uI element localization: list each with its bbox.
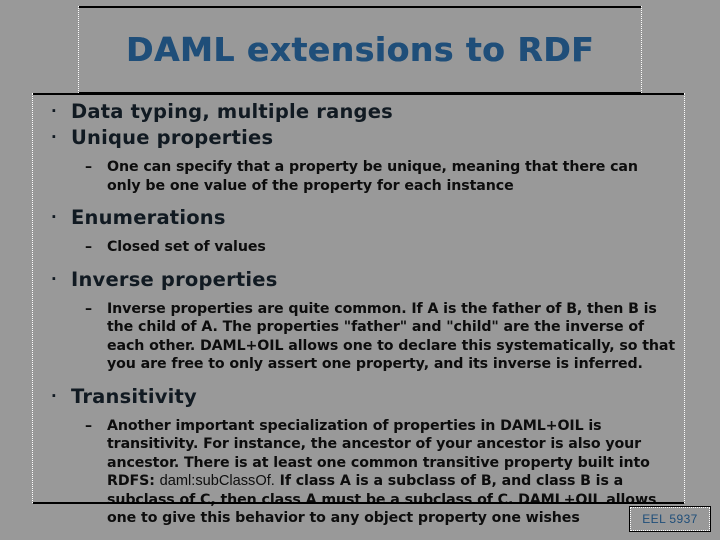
bullet-text: One can specify that a property be uniqu… <box>107 159 638 194</box>
bullet-level2: – Closed set of values <box>39 238 676 257</box>
bullet-text: Unique properties <box>71 126 274 149</box>
bullet-marker-icon: · <box>51 208 57 226</box>
title-placeholder[interactable]: DAML extensions to RDF <box>78 6 642 94</box>
dash-marker-icon: – <box>85 417 92 434</box>
bullet-marker-icon: · <box>51 128 57 146</box>
bullet-text: Inverse properties are quite common. If … <box>107 300 676 373</box>
footer-label: EEL 5937 <box>642 512 698 526</box>
bullet-marker-icon: · <box>51 386 57 405</box>
dash-marker-icon: – <box>85 159 92 175</box>
bullet-level1: · Unique properties <box>39 125 676 150</box>
bullet-list: · Data typing, multiple ranges · Unique … <box>33 99 684 529</box>
bullet-level1: · Enumerations <box>39 205 676 230</box>
bullet-text: Closed set of values <box>107 239 266 255</box>
code-term: daml:subClassOf. <box>159 473 275 489</box>
bullet-level1: · Inverse properties <box>39 267 676 292</box>
bullet-level2: – Another important specialization of pr… <box>39 417 676 528</box>
bullet-level1: · Transitivity <box>39 384 676 409</box>
bullet-text: Transitivity <box>71 384 197 408</box>
bullet-text: Enumerations <box>71 206 226 229</box>
slide-canvas: DAML extensions to RDF · Data typing, mu… <box>0 0 720 540</box>
footer-placeholder[interactable]: EEL 5937 <box>629 506 711 532</box>
dash-marker-icon: – <box>85 300 92 317</box>
body-placeholder[interactable]: · Data typing, multiple ranges · Unique … <box>32 93 685 526</box>
bullet-level2: – One can specify that a property be uni… <box>39 158 676 195</box>
dash-marker-icon: – <box>85 239 92 255</box>
page-title: DAML extensions to RDF <box>125 30 595 69</box>
bullet-level1: · Data typing, multiple ranges <box>39 99 676 124</box>
bullet-text: Data typing, multiple ranges <box>71 100 393 123</box>
bullet-text: Inverse properties <box>71 267 278 291</box>
bullet-level2: – Inverse properties are quite common. I… <box>39 300 676 374</box>
bullet-marker-icon: · <box>51 102 57 120</box>
bullet-marker-icon: · <box>51 269 57 288</box>
